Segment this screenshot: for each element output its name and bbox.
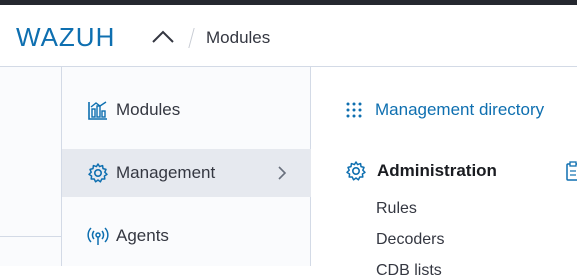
menu-item-label: Modules (116, 100, 181, 119)
gear-icon (346, 161, 366, 181)
wazuh-logo[interactable]: WAZUH (16, 23, 115, 51)
section-administration: Administration (345, 160, 497, 182)
breadcrumb-separator (188, 28, 195, 48)
menu-item-modules[interactable]: Modules (62, 86, 311, 134)
modules-chart-icon (88, 101, 107, 120)
menu-item-label: Management (116, 163, 216, 182)
page-divider (0, 236, 62, 237)
submenu-item-decoders[interactable]: Decoders (376, 231, 444, 249)
menu-item-label: Agents (116, 226, 169, 245)
submenu-item-cdb-lists[interactable]: CDB lists (376, 262, 442, 280)
header-bar: WAZUH Modules (0, 5, 577, 67)
apps-grid-icon (346, 102, 362, 118)
management-directory-label: Management directory (375, 100, 545, 119)
chevron-right-icon (278, 166, 287, 180)
menu-item-management[interactable]: Management (62, 149, 311, 197)
gear-icon (88, 163, 108, 183)
section-title: Administration (377, 161, 497, 180)
chevron-up-icon[interactable] (151, 27, 175, 47)
clipboard-icon (566, 161, 577, 181)
breadcrumb-current: Modules (206, 28, 271, 47)
submenu-panel: Management directory Administration Rule… (311, 67, 577, 279)
management-directory-link[interactable]: Management directory (345, 100, 544, 120)
submenu-item-rules[interactable]: Rules (376, 200, 417, 218)
broadcast-icon (87, 227, 109, 245)
side-menu: Modules Management Agents (61, 67, 311, 266)
menu-item-agents[interactable]: Agents (62, 212, 311, 260)
